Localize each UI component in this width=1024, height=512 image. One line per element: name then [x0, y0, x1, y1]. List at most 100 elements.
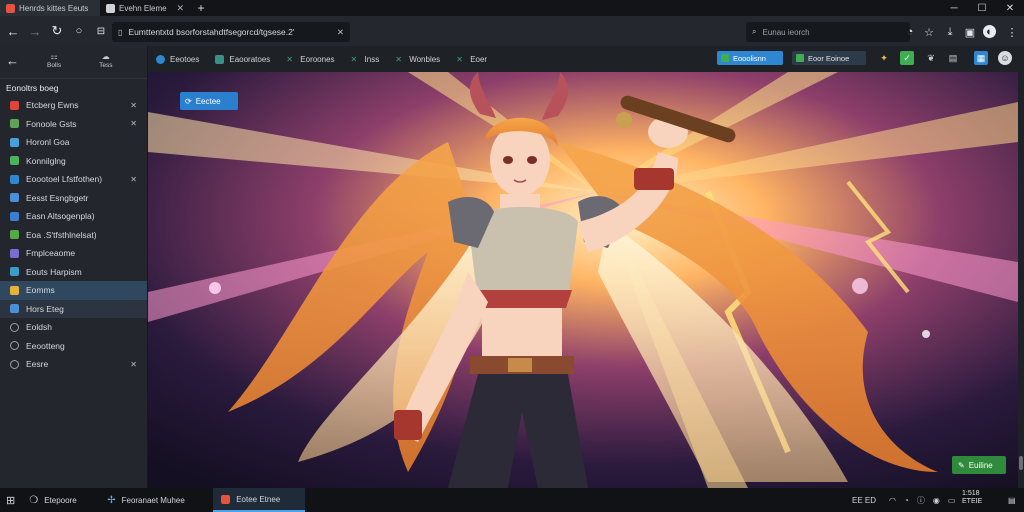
content-tab[interactable]: ✕ Eoer	[448, 46, 495, 72]
action-button-secondary[interactable]: Eoor Eoinoe	[792, 51, 866, 65]
leaf-icon[interactable]: ❦	[924, 51, 938, 65]
page-favicon-icon	[106, 3, 115, 13]
content-tab[interactable]: ✕ Wonbles	[387, 46, 448, 72]
taskbar-item-active[interactable]: Eotee Etnee	[213, 488, 306, 512]
sidebar-item[interactable]: Eomms	[0, 281, 147, 300]
action-button-primary[interactable]: Eooolisnn	[717, 51, 783, 65]
maximize-icon[interactable]: ☐	[968, 0, 996, 16]
search-input[interactable]: ⌕ Eunau ieorch	[746, 22, 910, 42]
menu-icon[interactable]: ⋮	[1004, 24, 1020, 40]
sidebar-item[interactable]: Eoootoel Lfstfothen) ✕	[0, 170, 147, 189]
close-window-icon[interactable]: ✕	[996, 0, 1024, 16]
check-icon[interactable]: ✓	[900, 51, 914, 65]
sidebar-item-label: Eoootoel Lfstfothen)	[26, 174, 103, 185]
sidebar-item[interactable]: Eouts Harpism	[0, 263, 147, 282]
close-tab-icon[interactable]: ✕	[176, 3, 184, 14]
unpin-icon[interactable]: ✕	[130, 119, 137, 128]
sidebar-item[interactable]: Hors Eteg	[0, 299, 147, 318]
source-button[interactable]: ⟳ Eectee	[180, 92, 238, 110]
sidebar-item-icon	[10, 341, 19, 351]
sidebar-shortcut[interactable]: ☁ Tess	[99, 52, 112, 69]
unpin-icon[interactable]: ✕	[130, 360, 137, 369]
source-label: Eectee	[195, 96, 221, 106]
sidebar-item-icon	[10, 137, 19, 147]
window-controls: ─ ☐ ✕	[940, 0, 1024, 16]
cloud-icon: ☁	[101, 51, 110, 61]
browser-tab-2[interactable]: Evehn Eleme ✕	[100, 0, 190, 16]
notification-icon[interactable]: ▤	[1008, 492, 1016, 508]
layout-icon[interactable]: ▦	[974, 51, 988, 65]
sidebar-item[interactable]: Eesst Esngbgetr	[0, 189, 147, 208]
reload-icon[interactable]: ↻	[46, 20, 68, 42]
sidebar-item-icon	[10, 119, 19, 129]
sidebar-item[interactable]: Eoa .S'tfsthlnelsat)	[0, 226, 147, 245]
scrollbar-track[interactable]	[1018, 72, 1024, 488]
taskbar-item[interactable]: ❍ Etepoore	[21, 488, 99, 512]
new-tab-button[interactable]: +	[190, 1, 212, 15]
sidebar-item-label: Fonoole Gsts	[26, 118, 77, 129]
pinwheel-icon: ✢	[107, 494, 116, 506]
unpin-icon[interactable]: ✕	[130, 175, 137, 184]
windows-start-icon: ⊞	[6, 494, 16, 507]
tab-label: Henrds kittes Eeuts	[19, 3, 89, 13]
info-icon[interactable]: ⓘ	[917, 495, 925, 506]
sidebar-item[interactable]: Easn Altsogenpla)	[0, 207, 147, 226]
content-tab-label: Wonbles	[409, 54, 441, 64]
content-tab[interactable]: Eeotoes	[148, 46, 207, 72]
clear-address-icon[interactable]: ✕	[337, 27, 344, 38]
back-icon[interactable]: ←	[2, 20, 24, 42]
scrollbar-thumb[interactable]	[1019, 456, 1023, 470]
unpin-icon[interactable]: ✕	[130, 101, 137, 110]
link-icon: ✕	[395, 54, 402, 64]
sidebar-item[interactable]: Fonoole Gsts ✕	[0, 115, 147, 134]
edit-button[interactable]: ✎ Euiline	[952, 456, 1006, 474]
sidebar-item[interactable]: Eoldsh	[0, 318, 147, 337]
sidebar-item-icon	[10, 174, 19, 184]
volume-icon[interactable]: ◉	[933, 496, 940, 505]
address-bar[interactable]: ▯ Eumttentxtd bsorforstahdtfsegorcd/tgse…	[112, 22, 350, 42]
sidebar-item[interactable]: Eesre ✕	[0, 355, 147, 374]
taskbar-item[interactable]: ✢ Feoranaet Muhee	[99, 488, 213, 512]
spark-icon[interactable]: ✦	[877, 51, 891, 65]
extension-icon[interactable]: ⊟	[90, 20, 112, 42]
account-icon[interactable]: ◐	[983, 25, 996, 38]
extensions-icon[interactable]: ▣	[962, 24, 978, 40]
download-icon[interactable]: ⤓	[942, 24, 958, 40]
sidebar-item[interactable]: Horonl Goa	[0, 133, 147, 152]
network-icon[interactable]: ◔	[904, 496, 909, 505]
browser-tab-1[interactable]: Henrds kittes Eeuts	[0, 0, 100, 16]
sidebar-item[interactable]: Eeootteng	[0, 337, 147, 356]
wifi-icon[interactable]: ◠	[889, 496, 896, 505]
forward-icon[interactable]: →	[24, 20, 46, 42]
content-tab[interactable]: ✕ Inss	[343, 46, 388, 72]
clock-date: ETEIE	[962, 498, 983, 505]
battery-icon[interactable]: ▭	[948, 496, 956, 505]
sidebar-item-label: Eeootteng	[26, 340, 65, 351]
sidebar-item-label: Etcberg Ewns	[26, 100, 79, 111]
sidebar-item[interactable]: Konnilglng	[0, 152, 147, 171]
link-icon: ✕	[456, 54, 463, 64]
link-icon: ✕	[286, 54, 293, 64]
profile-icon[interactable]: ◔	[902, 24, 918, 40]
sidebar-item[interactable]: Etcberg Ewns ✕	[0, 96, 147, 115]
image-icon[interactable]: ▤	[946, 51, 960, 65]
content-tab[interactable]: Eaooratoes	[207, 46, 278, 72]
sidebar-item-icon	[10, 230, 19, 240]
document-icon	[215, 54, 225, 64]
user-avatar-icon[interactable]: ☺	[998, 51, 1012, 65]
content-tab-label: Eoer	[470, 54, 488, 64]
minimize-icon[interactable]: ─	[940, 0, 968, 16]
collapse-sidebar-icon[interactable]: ←	[6, 53, 19, 68]
sidebar-item-label: Hors Eteg	[26, 303, 64, 314]
home-icon[interactable]: ○	[68, 20, 90, 42]
bookmark-star-icon[interactable]: ☆	[921, 24, 937, 40]
grid-icon: ⚏	[50, 51, 58, 61]
sidebar-item[interactable]: Fmplceaome	[0, 244, 147, 263]
content-tab[interactable]: ✕ Eoroones	[278, 46, 342, 72]
start-button[interactable]: ⊞	[0, 488, 21, 512]
sidebar-item-icon	[10, 193, 19, 203]
clock[interactable]: 1:518 ETEIE	[962, 490, 982, 506]
sidebar-item-label: Eesst Esngbgetr	[26, 192, 89, 203]
sidebar-top: ← ⚏ Bolls ☁ Tess	[0, 46, 147, 74]
sidebar-shortcut[interactable]: ⚏ Bolls	[47, 52, 61, 69]
